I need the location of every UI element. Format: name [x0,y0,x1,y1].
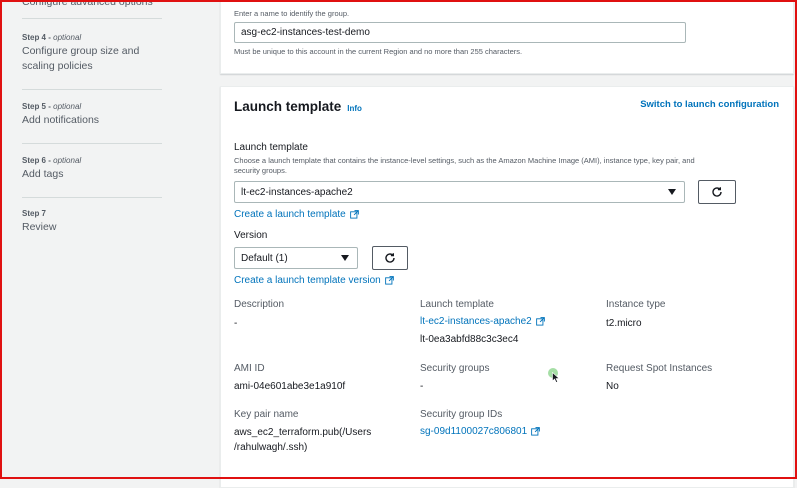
instance-type-label: Instance type [606,299,666,310]
step-6[interactable]: Step 6 - optional Add tags [22,156,192,182]
launch-template-card: Launch template Info Switch to launch co… [220,86,794,488]
step-7-title: Review [22,221,57,233]
create-launch-template-version-link[interactable]: Create a launch template version [234,275,394,286]
external-link-icon [535,317,545,326]
step-divider [22,18,162,19]
ami-id-value: ami-04e601abe3e1a910f [234,381,346,392]
info-link[interactable]: Info [347,104,362,113]
step-4[interactable]: Step 4 - optional Configure group size a… [22,33,192,74]
group-name-constraint: Must be unique to this account in the cu… [234,47,523,56]
group-name-card: Enter a name to identify the group. asg-… [220,0,794,74]
request-spot-label: Request Spot Instances [606,363,713,374]
mouse-cursor-icon [552,372,560,383]
step-divider [22,89,162,90]
launch-template-heading: Launch template [234,99,342,114]
launch-template-detail-label: Launch template [420,299,494,310]
step-4-optional: optional [53,33,82,42]
version-select-value: Default (1) [241,252,288,264]
instance-type-value: t2.micro [606,318,642,329]
group-name-hint: Enter a name to identify the group. [234,9,350,18]
refresh-versions-button[interactable] [372,246,408,270]
launch-template-detail-link[interactable]: lt-ec2-instances-apache2 [420,316,545,327]
external-link-icon [384,276,394,285]
step-6-title: Add tags [22,168,64,180]
key-pair-value: aws_ec2_terraform.pub(/Users /rahulwagh/… [234,427,372,453]
step-5-title: Add notifications [22,114,100,126]
step-5[interactable]: Step 5 - optional Add notifications [22,102,192,128]
launch-template-field-description: Choose a launch template that contains t… [234,156,695,175]
step-4-label: Step 4 - [22,33,51,42]
step-4-title: Configure group size and scaling policie… [22,45,140,72]
step-6-optional: optional [53,156,82,165]
refresh-icon [385,253,395,263]
step-3-title-partial[interactable]: Configure advanced options [22,0,153,8]
step-divider [22,197,162,198]
description-value: - [234,318,238,329]
launch-template-field-label: Launch template [234,142,308,153]
chevron-down-icon [668,189,676,195]
external-link-icon [349,210,359,219]
step-divider [22,143,162,144]
security-groups-label: Security groups [420,363,490,374]
launch-template-select[interactable]: lt-ec2-instances-apache2 [234,181,685,203]
launch-template-select-value: lt-ec2-instances-apache2 [241,186,353,198]
external-link-icon [531,427,540,436]
step-7[interactable]: Step 7 Review [22,209,192,235]
group-name-input[interactable]: asg-ec2-instances-test-demo [234,22,686,43]
launch-template-id: lt-0ea3abfd88c3c3ec4 [420,334,519,345]
version-select[interactable]: Default (1) [234,247,358,269]
request-spot-value: No [606,381,619,392]
ami-id-label: AMI ID [234,363,265,374]
security-group-ids-label: Security group IDs [420,409,503,420]
wizard-steps-sidebar: Configure advanced options Step 4 - opti… [2,0,198,477]
step-6-label: Step 6 - [22,156,51,165]
step-5-optional: optional [53,102,82,111]
version-label: Version [234,230,268,241]
chevron-down-icon [341,255,349,261]
step-7-label: Step 7 [22,209,47,218]
create-launch-template-link[interactable]: Create a launch template [234,209,359,220]
security-groups-value: - [420,381,424,392]
switch-to-launch-configuration-link[interactable]: Switch to launch configuration [640,99,779,110]
security-group-id-link[interactable]: sg-09d1100027c806801 [420,426,540,437]
key-pair-label: Key pair name [234,409,299,420]
description-label: Description [234,299,285,310]
refresh-templates-button[interactable] [698,180,736,204]
step-5-label: Step 5 - [22,102,51,111]
main-content: Enter a name to identify the group. asg-… [198,0,795,488]
refresh-icon [712,187,722,197]
